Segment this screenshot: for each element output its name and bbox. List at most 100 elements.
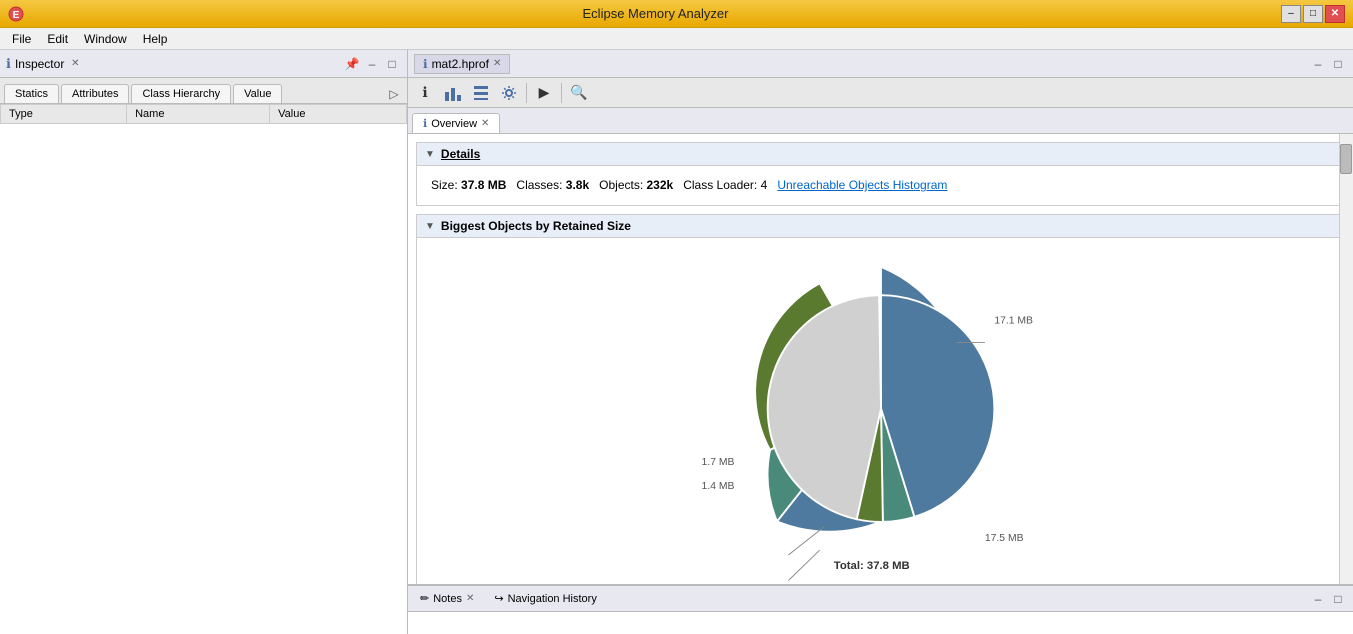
tab-class-hierarchy[interactable]: Class Hierarchy [131, 84, 231, 103]
bottom-tabs: ✏ Notes ✕ ↪ Navigation History [414, 590, 603, 607]
tab-value[interactable]: Value [233, 84, 282, 103]
notes-close[interactable]: ✕ [466, 593, 474, 604]
close-button[interactable]: ✕ [1325, 5, 1345, 23]
app-icon: E [8, 6, 24, 22]
tab-statics[interactable]: Statics [4, 84, 59, 103]
menu-file[interactable]: File [4, 30, 39, 48]
bottom-maximize-btn[interactable]: □ [1329, 590, 1347, 608]
total-label: Total: 37.8 MB [833, 560, 909, 572]
svg-text:E: E [13, 10, 20, 21]
label-17-1: 17.1 MB [994, 316, 1033, 327]
details-header: ▼ Details [417, 143, 1344, 166]
details-toggle[interactable]: ▼ [425, 149, 435, 160]
biggest-objects-section: ▼ Biggest Objects by Retained Size [416, 214, 1345, 584]
unreachable-link[interactable]: Unreachable Objects Histogram [777, 178, 947, 192]
objects-label: Objects: [599, 178, 643, 192]
toolbar-sep1 [526, 83, 527, 103]
right-panel-controls: – □ [1309, 55, 1347, 73]
toolbar-run-btn[interactable]: ▶ [531, 81, 557, 105]
toolbar-options-btn[interactable] [496, 81, 522, 105]
content-tab-label: Overview [431, 118, 477, 130]
inspector-content: Statics Attributes Class Hierarchy Value… [0, 78, 407, 634]
notes-tab[interactable]: ✏ Notes ✕ [414, 590, 480, 607]
label-1-7: 1.7 MB [701, 457, 734, 468]
label-1-4: 1.4 MB [701, 481, 734, 492]
inspector-minimize-btn[interactable]: – [363, 55, 381, 73]
minimize-button[interactable]: – [1281, 5, 1301, 23]
classes-label: Classes: [516, 178, 562, 192]
inspector-close-btn[interactable]: ✕ [68, 57, 82, 71]
bottom-content [408, 612, 1353, 634]
inspector-controls: 📌 – □ [343, 55, 401, 73]
inspector-pin-btn[interactable]: 📌 [343, 55, 361, 73]
nav-history-tab[interactable]: ↪ Navigation History [488, 590, 602, 607]
file-tab[interactable]: ℹ mat2.hprof ✕ [414, 54, 510, 74]
inspector-header: ℹ Inspector ✕ 📌 – □ [0, 50, 407, 78]
pie-chart-container: 17.1 MB 1.7 MB 1.4 MB 17.5 MB Total: 37.… [417, 238, 1344, 584]
notes-label: Notes [433, 593, 462, 605]
notes-icon: ✏ [420, 592, 429, 605]
file-tab-close[interactable]: ✕ [493, 58, 501, 69]
bottom-controls: – □ [1309, 590, 1347, 608]
inspector-maximize-btn[interactable]: □ [383, 55, 401, 73]
title-bar: E Eclipse Memory Analyzer – □ ✕ [0, 0, 1353, 28]
scrollbar-thumb[interactable] [1340, 144, 1352, 174]
content-tab-bar: ℹ Overview ✕ [408, 108, 1353, 134]
nav-label: Navigation History [508, 593, 597, 605]
menu-edit[interactable]: Edit [39, 30, 76, 48]
pie-slice-group [767, 295, 994, 522]
maximize-button[interactable]: □ [1303, 5, 1323, 23]
inspector-table: Type Name Value [0, 104, 407, 124]
pie-chart: 17.1 MB 1.7 MB 1.4 MB 17.5 MB Total: 37.… [631, 248, 1131, 584]
col-value: Value [270, 105, 407, 124]
label-17-5: 17.5 MB [984, 533, 1023, 544]
right-panel: ℹ mat2.hprof ✕ – □ ℹ ▶ 🔍 [408, 50, 1353, 634]
toolbar-threads-btn[interactable] [468, 81, 494, 105]
content-tab-overview[interactable]: ℹ Overview ✕ [412, 113, 500, 133]
inspector-table-container[interactable]: Type Name Value [0, 104, 407, 634]
inspector-label: Inspector [15, 57, 64, 71]
details-section: ▼ Details Size: 37.8 MB Classes: 3.8k Ob… [416, 142, 1345, 206]
tab-attributes[interactable]: Attributes [61, 84, 129, 103]
menu-window[interactable]: Window [76, 30, 135, 48]
file-tab-label: mat2.hprof [432, 57, 489, 71]
right-minimize-btn[interactable]: – [1309, 55, 1327, 73]
objects-value: 232k [647, 178, 674, 192]
biggest-objects-toggle[interactable]: ▼ [425, 221, 435, 232]
col-type: Type [1, 105, 127, 124]
toolbar-histogram-btn[interactable] [440, 81, 466, 105]
tab-action-btn[interactable]: ▷ [385, 85, 403, 103]
content-tab-close[interactable]: ✕ [481, 118, 489, 129]
bottom-panel: ✏ Notes ✕ ↪ Navigation History – □ [408, 584, 1353, 634]
scrollbar-track[interactable] [1339, 134, 1353, 584]
size-value: 37.8 MB [461, 178, 506, 192]
menu-help[interactable]: Help [135, 30, 176, 48]
col-name: Name [127, 105, 270, 124]
classes-value: 3.8k [566, 178, 589, 192]
window-controls: – □ ✕ [1281, 5, 1345, 23]
class-loader-value: 4 [761, 178, 768, 192]
toolbar-search-btn[interactable]: 🔍 [566, 81, 592, 105]
main-toolbar: ℹ ▶ 🔍 [408, 78, 1353, 108]
bottom-tab-bar: ✏ Notes ✕ ↪ Navigation History – □ [408, 586, 1353, 612]
main-layout: ℹ Inspector ✕ 📌 – □ Statics Attributes C… [0, 50, 1353, 634]
details-title: Details [441, 147, 480, 161]
right-maximize-btn[interactable]: □ [1329, 55, 1347, 73]
nav-icon: ↪ [494, 592, 503, 605]
toolbar-info-btn[interactable]: ℹ [412, 81, 438, 105]
inspector-title-area: ℹ Inspector ✕ [6, 56, 82, 72]
menu-bar: File Edit Window Help [0, 28, 1353, 50]
right-top-bar: ℹ mat2.hprof ✕ – □ [408, 50, 1353, 78]
size-label: Size: [431, 178, 458, 192]
toolbar-sep2 [561, 83, 562, 103]
file-tab-icon: ℹ [423, 57, 428, 71]
class-loader-label: Class Loader: [683, 178, 757, 192]
biggest-objects-header: ▼ Biggest Objects by Retained Size [417, 215, 1344, 238]
inspector-tab-bar: Statics Attributes Class Hierarchy Value… [0, 78, 407, 104]
content-tab-icon: ℹ [423, 117, 427, 130]
bottom-minimize-btn[interactable]: – [1309, 590, 1327, 608]
left-panel: ℹ Inspector ✕ 📌 – □ Statics Attributes C… [0, 50, 408, 634]
inspector-tabs: Statics Attributes Class Hierarchy Value [4, 84, 284, 103]
details-text: Size: 37.8 MB Classes: 3.8k Objects: 232… [431, 178, 947, 192]
overview-content[interactable]: ▼ Details Size: 37.8 MB Classes: 3.8k Ob… [408, 134, 1353, 584]
